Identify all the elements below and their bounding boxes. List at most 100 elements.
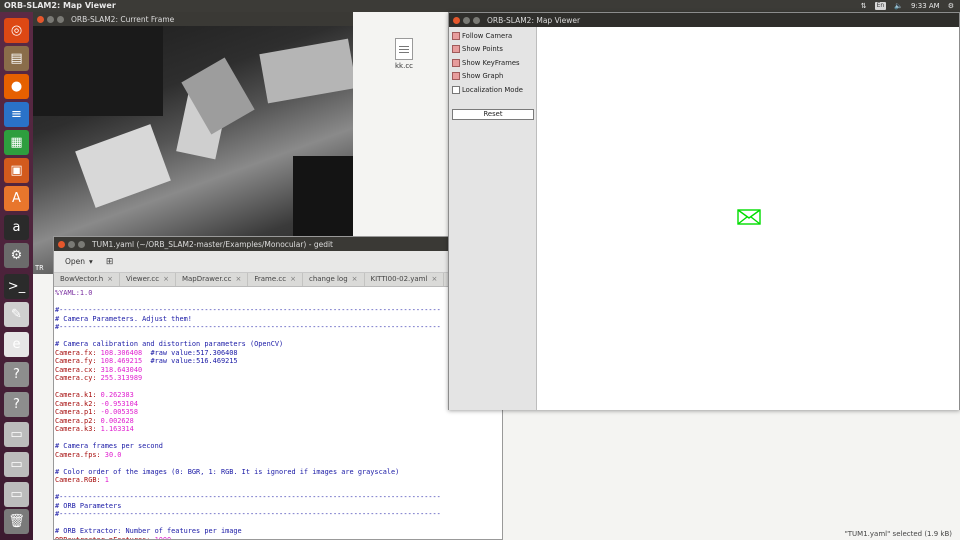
yaml-value: 0.002628 bbox=[100, 416, 134, 425]
close-tab-icon[interactable]: × bbox=[107, 273, 113, 286]
calc-icon[interactable]: ▦ bbox=[4, 130, 29, 155]
option-show-points[interactable]: Show Points bbox=[452, 43, 503, 54]
map-viewer-title: ORB-SLAM2: Map Viewer bbox=[487, 15, 581, 25]
clock[interactable]: 9:33 AM bbox=[911, 2, 940, 10]
gedit-window[interactable]: TUM1.yaml (~/ORB_SLAM2-master/Examples/M… bbox=[53, 236, 503, 540]
minimize-icon[interactable] bbox=[463, 16, 470, 24]
frame-overlay-text: TR bbox=[35, 264, 44, 272]
network-icon[interactable]: ⇅ bbox=[861, 2, 867, 10]
code-text: # ORB Extractor: Number of features per … bbox=[55, 527, 242, 535]
document-tab[interactable]: KITTI00-02.yaml × bbox=[365, 273, 445, 286]
document-tab-label: Viewer.cc bbox=[126, 275, 160, 283]
close-tab-icon[interactable]: × bbox=[431, 273, 437, 286]
minimize-icon[interactable] bbox=[68, 240, 75, 248]
code-line: Camera.fx: 108.306408 #raw value:517.306… bbox=[55, 349, 502, 358]
gedit-titlebar[interactable]: TUM1.yaml (~/ORB_SLAM2-master/Examples/M… bbox=[54, 237, 502, 251]
unknown-app-icon-2[interactable]: ? bbox=[4, 392, 29, 417]
text-editor-icon[interactable]: ✎ bbox=[4, 302, 29, 327]
option-localization-mode[interactable]: Localization Mode bbox=[452, 84, 523, 95]
yaml-key: Camera.fx: bbox=[55, 348, 101, 357]
code-line: # Camera Parameters. Adjust them! bbox=[55, 315, 502, 324]
code-line: # Camera frames per second bbox=[55, 442, 502, 451]
code-text: #---------------------------------------… bbox=[55, 493, 441, 501]
new-document-icon[interactable]: ⊞ bbox=[106, 257, 114, 267]
code-text: # Camera calibration and distortion para… bbox=[55, 340, 284, 348]
option-show-keyframes[interactable]: Show KeyFrames bbox=[452, 57, 520, 68]
current-frame-window[interactable]: ORB-SLAM2: Current Frame TR bbox=[33, 12, 353, 274]
terminal-icon[interactable]: >_ bbox=[4, 274, 29, 299]
maximize-icon[interactable] bbox=[78, 240, 85, 248]
option-follow-camera[interactable]: Follow Camera bbox=[452, 30, 512, 41]
files-icon[interactable]: ▤ bbox=[4, 46, 29, 71]
close-tab-icon[interactable]: × bbox=[290, 273, 296, 286]
yaml-key: Camera.fy: bbox=[55, 357, 101, 365]
option-show-graph[interactable]: Show Graph bbox=[452, 70, 503, 81]
reset-button[interactable]: Reset bbox=[452, 109, 534, 120]
code-text: # Camera frames per second bbox=[55, 442, 163, 450]
close-icon[interactable] bbox=[58, 240, 65, 248]
document-tab[interactable]: BowVector.h × bbox=[54, 273, 121, 286]
top-panel: ORB-SLAM2: Map Viewer ⇅ En 🔈 9:33 AM ⚙ bbox=[0, 0, 960, 12]
code-text: # ORB Parameters bbox=[55, 501, 122, 510]
yaml-key: Camera.fps: bbox=[55, 450, 105, 459]
maximize-icon[interactable] bbox=[57, 15, 64, 23]
firefox-icon[interactable]: ● bbox=[4, 74, 29, 99]
settings-icon[interactable]: ⚙ bbox=[4, 243, 29, 268]
document-tab-label: Frame.cc bbox=[254, 275, 287, 283]
gear-icon[interactable]: ⚙ bbox=[948, 2, 954, 10]
checkbox[interactable] bbox=[452, 71, 460, 80]
code-line: # ORB Parameters bbox=[55, 502, 502, 511]
yaml-key: Camera.cy: bbox=[55, 374, 101, 382]
drive-icon[interactable]: ▭ bbox=[4, 422, 29, 447]
checkbox[interactable] bbox=[452, 58, 460, 67]
ubuntu-logo-icon[interactable]: ◎ bbox=[4, 18, 29, 43]
minimize-icon[interactable] bbox=[47, 15, 54, 23]
option-label: Show Points bbox=[462, 44, 503, 53]
document-viewer-icon[interactable]: e bbox=[4, 332, 29, 357]
document-tab[interactable]: Frame.cc × bbox=[248, 273, 303, 286]
close-tab-icon[interactable]: × bbox=[163, 273, 169, 286]
map-viewer-window[interactable]: ORB-SLAM2: Map Viewer Localization Mode S… bbox=[448, 12, 960, 410]
checkbox[interactable] bbox=[452, 85, 460, 94]
checkbox[interactable] bbox=[452, 31, 460, 40]
trash-icon[interactable]: 🗑 bbox=[4, 509, 29, 534]
keyboard-language-indicator[interactable]: En bbox=[874, 2, 887, 10]
volume-icon[interactable]: 🔈 bbox=[894, 2, 903, 10]
unknown-app-icon[interactable]: ? bbox=[4, 362, 29, 387]
system-tray: ⇅ En 🔈 9:33 AM ⚙ bbox=[861, 0, 954, 12]
checkbox[interactable] bbox=[452, 44, 460, 53]
software-center-icon[interactable]: A bbox=[4, 186, 29, 211]
yaml-value: 30.0 bbox=[104, 450, 122, 459]
open-button[interactable]: Open ▾ bbox=[58, 254, 100, 269]
text-editor[interactable]: %YAML:1.0 #------------------------------… bbox=[54, 287, 502, 539]
desktop-file-kk-cc[interactable]: kk.cc bbox=[390, 38, 418, 70]
code-line: # ORB Extractor: Number of features per … bbox=[55, 527, 502, 536]
amazon-icon[interactable]: a bbox=[4, 215, 29, 240]
impress-icon[interactable]: ▣ bbox=[4, 158, 29, 183]
yaml-value: 0.262383 bbox=[100, 391, 134, 399]
yaml-value: -0.005358 bbox=[100, 408, 138, 416]
current-frame-titlebar[interactable]: ORB-SLAM2: Current Frame bbox=[33, 12, 353, 26]
document-tab-label: KITTI00-02.yaml bbox=[370, 275, 428, 283]
document-tab[interactable]: change log × bbox=[303, 273, 365, 286]
close-tab-icon[interactable]: × bbox=[352, 273, 358, 286]
map-canvas[interactable] bbox=[537, 27, 959, 410]
drive-icon-3[interactable]: ▭ bbox=[4, 482, 29, 507]
close-icon[interactable] bbox=[453, 16, 460, 24]
writer-icon[interactable]: ≡ bbox=[4, 102, 29, 127]
code-line: # Camera calibration and distortion para… bbox=[55, 340, 502, 349]
close-icon[interactable] bbox=[37, 15, 44, 23]
close-tab-icon[interactable]: × bbox=[236, 273, 242, 286]
map-viewer-titlebar[interactable]: ORB-SLAM2: Map Viewer bbox=[449, 13, 959, 27]
yaml-key: Camera.k1: bbox=[55, 391, 101, 399]
code-line: # Color order of the images (0: BGR, 1: … bbox=[55, 468, 502, 477]
maximize-icon[interactable] bbox=[473, 16, 480, 24]
document-tab[interactable]: MapDrawer.cc × bbox=[176, 273, 249, 286]
drive-icon-2[interactable]: ▭ bbox=[4, 452, 29, 477]
document-tab[interactable]: Viewer.cc × bbox=[120, 273, 176, 286]
document-tab-label: BowVector.h bbox=[60, 275, 104, 283]
